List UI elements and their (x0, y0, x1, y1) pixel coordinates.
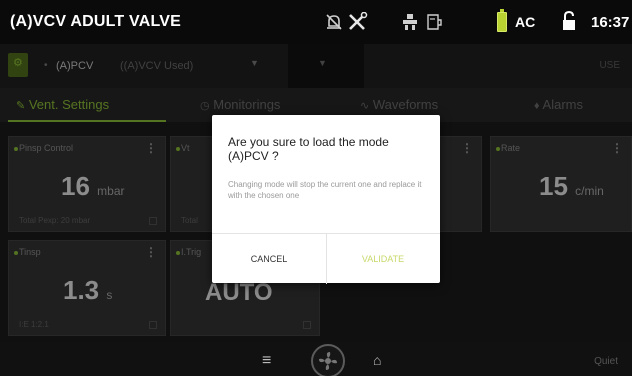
bottom-right-label: Quiet (594, 356, 618, 367)
unlocked-icon[interactable] (562, 11, 576, 31)
power-source-label: AC (515, 14, 536, 30)
dialog-actions: CANCEL VALIDATE (212, 233, 440, 284)
tools-icon[interactable] (347, 12, 369, 32)
patient-connection-icon[interactable] (400, 12, 420, 32)
validate-button[interactable]: VALIDATE (326, 234, 440, 284)
clock: 16:37 (591, 14, 630, 31)
ventilation-mode-title: (A)VCV ADULT VALVE (10, 13, 181, 30)
cancel-button[interactable]: CANCEL (212, 234, 326, 284)
fan-icon[interactable] (311, 344, 345, 376)
status-bar: (A)VCV ADULT VALVE AC 16:37 (0, 0, 632, 44)
dialog-message: Changing mode will stop the current one … (228, 180, 422, 200)
alarm-off-icon[interactable] (324, 12, 344, 32)
device-icon[interactable] (424, 12, 444, 32)
confirm-mode-dialog: Are you sure to load the mode (A)PCV ? C… (212, 115, 440, 284)
dialog-title: Are you sure to load the mode (A)PCV ? (228, 135, 389, 163)
battery-icon (497, 9, 507, 32)
home-icon[interactable]: ⌂ (373, 352, 381, 368)
fan-glyph (319, 352, 337, 370)
menu-icon[interactable]: ≡ (262, 352, 271, 370)
